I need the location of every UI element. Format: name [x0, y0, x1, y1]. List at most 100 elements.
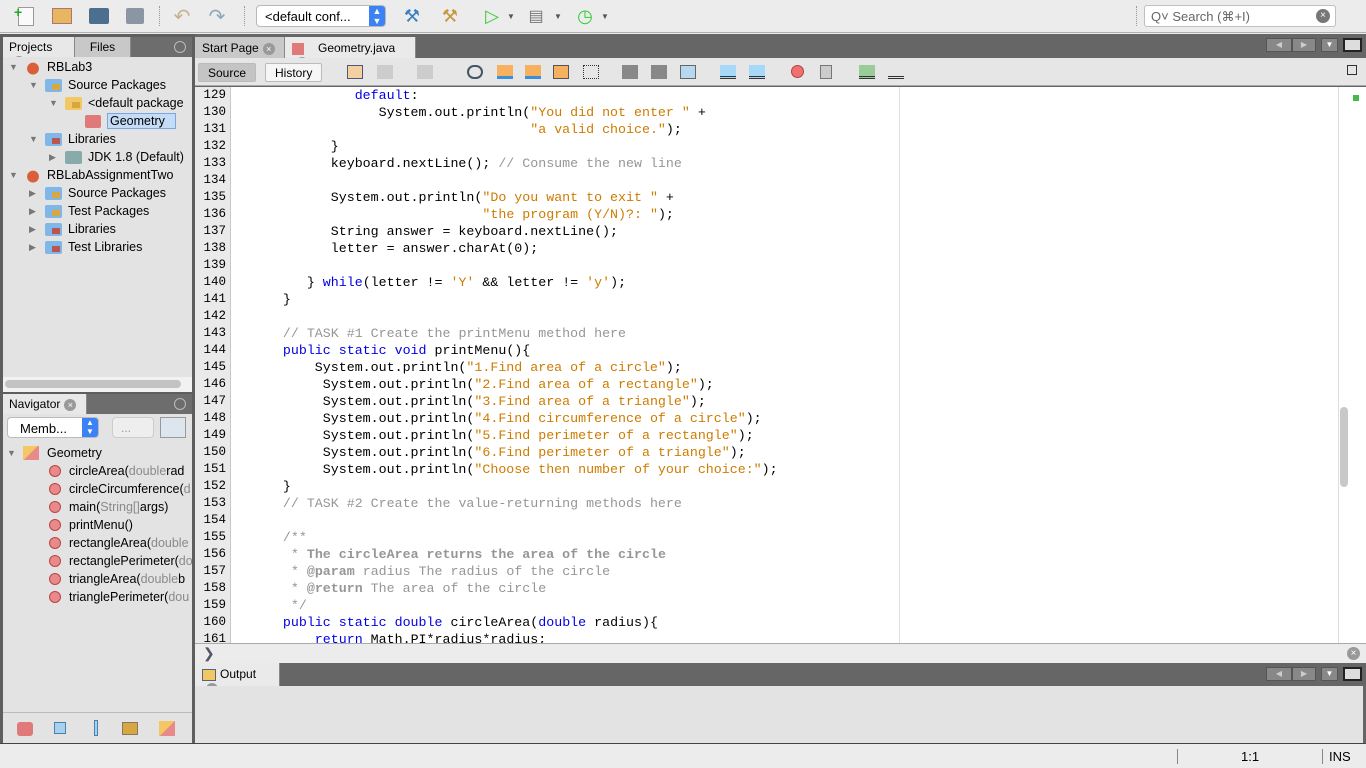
inherited-icon[interactable]: [159, 721, 175, 736]
collapse-triangle-icon[interactable]: ▼: [29, 134, 39, 144]
tree-item[interactable]: ▶ Test Libraries: [29, 238, 142, 256]
static-icon[interactable]: [94, 720, 98, 736]
clear-search-icon[interactable]: ×: [1316, 9, 1330, 23]
code-line[interactable]: }: [235, 291, 778, 308]
tree-item[interactable]: ▼ Source Packages: [29, 76, 166, 94]
back-icon[interactable]: [377, 65, 393, 79]
clean-build-icon[interactable]: ⚒: [438, 5, 462, 27]
maximize-window-icon[interactable]: [1343, 38, 1362, 52]
code-line[interactable]: [235, 512, 778, 529]
members-icon[interactable]: [17, 722, 33, 736]
show-opened-documents-button[interactable]: ▼: [1321, 667, 1338, 681]
navigator-member[interactable]: printMenu(): [49, 516, 133, 534]
breadcrumb-chevron-icon[interactable]: ❯: [203, 645, 215, 662]
tree-item[interactable]: ▼ RBLabAssignmentTwo: [9, 166, 173, 184]
configuration-select[interactable]: <default conf... ▲ ▼: [256, 5, 386, 27]
tab-navigator[interactable]: Navigator ×: [3, 394, 87, 414]
shift-right-icon[interactable]: [749, 65, 765, 79]
editor-scrollbar[interactable]: [1338, 87, 1366, 643]
find-next-icon[interactable]: [525, 65, 541, 79]
debug-dropdown-icon[interactable]: ▼: [546, 5, 570, 27]
expand-triangle-icon[interactable]: ▼: [7, 448, 17, 458]
save-all-icon[interactable]: [123, 5, 147, 27]
expand-triangle-icon[interactable]: ▶: [29, 206, 39, 217]
toggle-bookmark-icon[interactable]: [680, 65, 696, 79]
code-line[interactable]: System.out.println("4.Find circumference…: [235, 410, 778, 427]
navigator-member[interactable]: circleCircumference(d: [49, 480, 191, 498]
maximize-window-icon[interactable]: [1343, 667, 1362, 681]
expand-triangle-icon[interactable]: ▶: [29, 242, 39, 253]
code-line[interactable]: System.out.println("1.Find area of a cir…: [235, 359, 778, 376]
code-line[interactable]: default:: [235, 87, 778, 104]
code-line[interactable]: String answer = keyboard.nextLine();: [235, 223, 778, 240]
forward-icon[interactable]: [417, 65, 433, 79]
tab-files[interactable]: Files: [75, 37, 131, 57]
previous-bookmark-icon[interactable]: [622, 65, 638, 79]
code-line[interactable]: * @param radius The radius of the circle: [235, 563, 778, 580]
rectangular-selection-icon[interactable]: [583, 65, 599, 79]
code-editor[interactable]: default: System.out.println("You did not…: [231, 87, 1338, 643]
navigator-member[interactable]: main(String[] args): [49, 498, 168, 516]
tree-item[interactable]: ▶ JDK 1.8 (Default): [49, 148, 184, 166]
code-line[interactable]: System.out.println("Do you want to exit …: [235, 189, 778, 206]
tree-item[interactable]: Geometry: [85, 112, 176, 130]
navigator-member[interactable]: rectanglePerimeter(do: [49, 552, 192, 570]
code-line[interactable]: return Math.PI*radius*radius;: [235, 631, 778, 643]
output-content[interactable]: [195, 686, 1363, 743]
next-bookmark-icon[interactable]: [651, 65, 667, 79]
scroll-tabs-left-button[interactable]: ◀: [1266, 38, 1292, 52]
find-icon[interactable]: [467, 65, 483, 79]
expand-triangle-icon[interactable]: ▶: [49, 152, 59, 163]
close-icon[interactable]: ×: [64, 398, 77, 411]
code-line[interactable]: public static void printMenu(){: [235, 342, 778, 359]
code-line[interactable]: "the program (Y/N)?: ");: [235, 206, 778, 223]
uncomment-icon[interactable]: [888, 65, 904, 79]
fields-icon[interactable]: [54, 722, 66, 734]
code-line[interactable]: "a valid choice.");: [235, 121, 778, 138]
find-previous-icon[interactable]: [497, 65, 513, 79]
source-button[interactable]: Source: [198, 63, 257, 82]
code-line[interactable]: */: [235, 597, 778, 614]
new-file-icon[interactable]: +: [14, 4, 38, 27]
code-line[interactable]: public static double circleArea(double r…: [235, 614, 778, 631]
split-editor-icon[interactable]: [1347, 65, 1357, 75]
scroll-tabs-right-button[interactable]: ▶: [1292, 38, 1316, 52]
code-line[interactable]: // TASK #1 Create the printMenu method h…: [235, 325, 778, 342]
shift-left-icon[interactable]: [720, 65, 736, 79]
collapse-triangle-icon[interactable]: ▼: [49, 98, 59, 108]
members-filter-select[interactable]: Memb... ▲ ▼: [7, 417, 99, 438]
minimize-panel-icon[interactable]: [174, 41, 186, 53]
layout-toggle-icon[interactable]: [160, 417, 186, 438]
scroll-tabs-left-button[interactable]: ◀: [1266, 667, 1292, 681]
secondary-select[interactable]: ...: [112, 417, 154, 438]
tree-item[interactable]: ▼ RBLab3: [9, 58, 92, 76]
search-input[interactable]: Q˅ Search (⌘+I) ×: [1144, 5, 1336, 27]
code-line[interactable]: }: [235, 138, 778, 155]
navigator-member[interactable]: triangleArea(double b: [49, 570, 185, 588]
collapse-triangle-icon[interactable]: ▼: [9, 170, 19, 180]
code-line[interactable]: keyboard.nextLine(); // Consume the new …: [235, 155, 778, 172]
stop-macro-icon[interactable]: [820, 65, 832, 79]
tree-item[interactable]: ▶ Test Packages: [29, 202, 149, 220]
tree-item[interactable]: ▼ <default package: [49, 94, 184, 112]
code-line[interactable]: System.out.println("5.Find perimeter of …: [235, 427, 778, 444]
code-line[interactable]: [235, 172, 778, 189]
code-line[interactable]: System.out.println("2.Find area of a rec…: [235, 376, 778, 393]
code-line[interactable]: [235, 308, 778, 325]
navigator-member[interactable]: rectangleArea(double: [49, 534, 189, 552]
code-line[interactable]: * The circleArea returns the area of the…: [235, 546, 778, 563]
minimize-panel-icon[interactable]: [174, 398, 186, 410]
code-line[interactable]: /**: [235, 529, 778, 546]
open-project-icon[interactable]: [87, 5, 111, 27]
expand-triangle-icon[interactable]: ▶: [29, 224, 39, 235]
tree-item[interactable]: ▶ Libraries: [29, 220, 116, 238]
debug-icon[interactable]: ▤: [524, 5, 548, 27]
code-line[interactable]: [235, 257, 778, 274]
code-line[interactable]: }: [235, 478, 778, 495]
code-line[interactable]: System.out.println("6.Find perimeter of …: [235, 444, 778, 461]
lock-icon[interactable]: [122, 722, 138, 735]
navigator-member[interactable]: trianglePerimeter(dou: [49, 588, 189, 606]
run-dropdown-icon[interactable]: ▼: [499, 5, 523, 27]
tree-item[interactable]: ▼ Libraries: [29, 130, 116, 148]
new-project-icon[interactable]: [50, 5, 74, 27]
